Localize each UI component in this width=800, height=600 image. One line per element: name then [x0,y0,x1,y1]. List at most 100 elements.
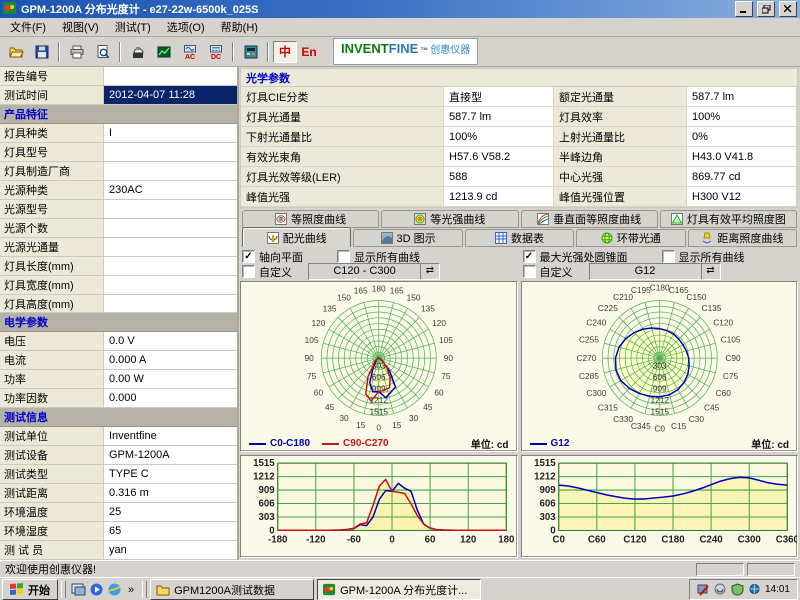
tab-zonal-flux[interactable]: 环带光通 [576,229,685,247]
svg-text:C225: C225 [597,303,617,313]
svg-text:15: 15 [356,420,366,430]
field-value[interactable]: yan [104,541,237,559]
language-english-button[interactable]: En [298,42,320,62]
tab-polar-curve[interactable]: 配光曲线 [242,227,351,247]
taskbar-task-folder[interactable]: GPM1200A测试数据 [150,579,314,600]
minimize-button[interactable] [735,1,753,17]
results-panel: 光学参数 灯具CIE分类直接型额定光通量587.7 lm灯具光通量587.7 l… [239,67,800,560]
menu-view[interactable]: 视图(V) [54,17,107,37]
menu-file[interactable]: 文件(F) [2,17,54,37]
checkbox-box[interactable] [523,250,536,263]
print-button[interactable] [64,40,89,63]
field-value[interactable]: 0.316 m [104,484,237,502]
ac-power-button[interactable]: AC [177,40,202,63]
tab-label: 等光强曲线 [430,211,485,227]
field-row: 光源种类230AC [0,181,237,200]
tab-distance-illuminance[interactable]: 距离照度曲线 [688,229,797,247]
print-preview-button[interactable] [90,40,115,63]
field-value[interactable] [104,143,237,161]
field-value[interactable] [104,257,237,275]
window-title: GPM-1200A 分布光度计 - e27-22w-6500k_025S [21,1,731,17]
field-value[interactable]: I [104,124,237,142]
cartesian-chart-left: 030360690912121515-180-120-60060120180 [241,456,517,557]
tab-3d-view[interactable]: 3D 图示 [353,229,462,247]
chart-button[interactable] [151,40,176,63]
field-value[interactable] [104,219,237,237]
tray-display-icon[interactable] [714,583,727,596]
svg-text:75: 75 [441,371,451,381]
menu-test[interactable]: 测试(T) [107,17,159,37]
field-value[interactable]: 0.000 [104,389,237,407]
checkbox-box[interactable] [662,250,675,263]
plane-select-left[interactable]: C120 - C300⇄ [308,263,440,280]
svg-text:1515: 1515 [253,458,275,469]
tab-iso-intensity[interactable]: 等光强曲线 [381,210,518,228]
checkbox-box[interactable] [337,250,350,263]
app-icon [323,583,336,596]
field-value[interactable]: TYPE C [104,465,237,483]
meter-icon [243,44,259,60]
menu-help[interactable]: 帮助(H) [213,17,266,37]
open-button[interactable] [3,40,28,63]
chevron-more-icon[interactable]: » [125,584,137,596]
save-button[interactable] [29,40,54,63]
custom-checkbox-left[interactable]: 自定义 [242,264,292,280]
field-value[interactable]: 0.000 A [104,351,237,369]
legend-label: G12 [551,438,570,449]
tray-shield-icon[interactable] [731,583,744,596]
optical-value: 869.77 cd [687,167,797,187]
show-desktop-icon[interactable] [71,582,86,597]
cycle-arrows-icon[interactable]: ⇄ [420,264,439,279]
tab-data-table[interactable]: 数据表 [465,229,574,247]
field-value[interactable]: 230AC [104,181,237,199]
internet-explorer-icon[interactable] [107,582,122,597]
axial-plane-checkbox[interactable]: 轴向平面 [242,249,303,265]
field-value[interactable]: 65 [104,522,237,540]
toolbar-separator [232,42,234,62]
media-player-icon[interactable] [89,582,104,597]
field-value[interactable]: 0.00 W [104,370,237,388]
language-chinese-button[interactable]: 中 [273,41,297,63]
tab-avg-illuminance[interactable]: 灯具有效平均照度图 [660,210,797,228]
windows-flag-icon [10,583,24,596]
tab-vertical-iso-illuminance[interactable]: 垂直面等照度曲线 [521,210,658,228]
field-value[interactable]: Inventfine [104,427,237,445]
taskbar-task-app[interactable]: GPM-1200A 分布光度计... [317,579,481,600]
checkbox-label: 自定义 [259,264,292,280]
cycle-arrows-icon[interactable]: ⇄ [701,264,720,279]
optical-label: 灯具CIE分类 [241,87,444,107]
field-value[interactable] [104,276,237,294]
checkbox-box[interactable] [523,265,536,278]
field-value[interactable] [104,162,237,180]
start-button[interactable]: 开始 [2,579,58,600]
field-value[interactable]: 0.0 V [104,332,237,350]
field-value[interactable] [104,238,237,256]
meter-button[interactable] [238,40,263,63]
avg-illuminance-icon [671,213,683,225]
taskbar-grip [142,581,147,598]
checkbox-box[interactable] [242,265,255,278]
goniometer-button[interactable] [125,40,150,63]
checkbox-box[interactable] [242,250,255,263]
field-value[interactable] [104,200,237,218]
dc-power-button[interactable]: DC [203,40,228,63]
cone-select-right[interactable]: G12⇄ [589,263,721,280]
custom-checkbox-right[interactable]: 自定义 [523,264,573,280]
menu-options[interactable]: 选项(O) [159,17,213,37]
field-value[interactable] [104,67,237,85]
dc-power-icon: DC [208,44,224,60]
field-value[interactable]: GPM-1200A [104,446,237,464]
field-value[interactable]: 2012-04-07 11:28 [104,86,237,104]
field-label: 测 试 员 [0,541,104,559]
tab-iso-illuminance[interactable]: 等照度曲线 [242,210,379,228]
svg-text:C120: C120 [623,535,646,546]
field-value[interactable] [104,295,237,313]
close-button[interactable] [779,1,797,17]
tab-label: 等照度曲线 [291,211,346,227]
polar-chart-panel-left: 3036069091212151501515303045456060757590… [240,281,518,452]
tray-network-icon[interactable] [748,583,761,596]
tray-device-icon[interactable] [697,583,710,596]
restore-button[interactable] [757,1,775,17]
field-row: 测试类型TYPE C [0,465,237,484]
field-value[interactable]: 25 [104,503,237,521]
